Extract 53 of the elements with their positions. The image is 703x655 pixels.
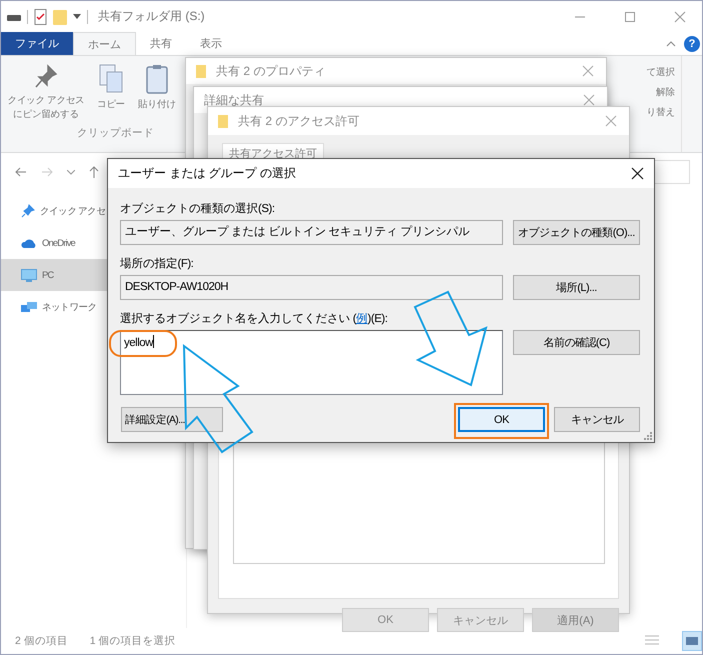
check-names-button[interactable]: 名前の確認(C)	[513, 330, 640, 355]
field-label: オブジェクトの種類の選択(S):	[120, 202, 276, 217]
ribbon-tab[interactable]: 共有	[136, 32, 186, 55]
resize-grip-icon[interactable]	[643, 431, 652, 440]
names-input[interactable]: yellow	[120, 330, 503, 395]
window-title: 共有 2 のプロパティ	[216, 62, 326, 80]
ok-button[interactable]: OK	[458, 407, 545, 432]
ribbon-command[interactable]: て選択	[646, 66, 675, 79]
window-title: 共有フォルダ用 (S:)	[98, 8, 205, 25]
large-icons-icon	[685, 636, 699, 646]
checklist-icon[interactable]	[34, 8, 47, 24]
status-text: 1 個の項目を選択	[90, 634, 176, 648]
readonly-field[interactable]: DESKTOP-AW1020H	[120, 275, 503, 300]
window-title: 詳細な共有	[204, 92, 264, 108]
ribbon-tab[interactable]: 表示	[186, 32, 236, 55]
help-button[interactable]: ?	[684, 36, 700, 52]
ribbon-button[interactable]: クイック アクセス にピン留めする	[7, 64, 85, 122]
dialog-button[interactable]: 場所(L)...	[513, 275, 640, 300]
dialog-button[interactable]: OK	[342, 608, 429, 632]
ribbon-tab[interactable]: ファイル	[1, 32, 73, 55]
pin-icon	[21, 204, 35, 218]
back-arrow-icon[interactable]	[15, 167, 27, 177]
collapse-icon[interactable]	[666, 40, 676, 46]
field-label: 選択するオブジェクト名を入力してください (例)(E):	[120, 312, 388, 327]
maximize-icon[interactable]	[624, 10, 636, 22]
window-title: ユーザー または グループ の選択	[118, 165, 296, 182]
ribbon-command[interactable]: り替え	[646, 106, 675, 119]
network-icon	[21, 300, 37, 314]
forward-arrow-icon[interactable]	[41, 167, 53, 177]
status-text: 2 個の項目	[15, 634, 68, 648]
folder-icon	[218, 114, 228, 128]
ribbon-button[interactable]: 貼り付け	[137, 64, 177, 122]
window-title: 共有 2 のアクセス許可	[238, 112, 360, 130]
example-link[interactable]: 例	[356, 313, 368, 325]
folder-icon	[196, 64, 206, 78]
cancel-button[interactable]: キャンセル	[554, 407, 640, 432]
caret-icon[interactable]	[73, 14, 81, 20]
pin-icon	[34, 64, 58, 90]
ribbon-button[interactable]: コピー	[91, 64, 131, 122]
copy-icon	[99, 64, 123, 94]
ribbon-tab[interactable]: ホーム	[73, 32, 136, 55]
ribbon-command[interactable]: 解除	[656, 86, 675, 99]
readonly-field[interactable]: ユーザー、グループ または ビルトイン セキュリティ プリンシパル	[120, 220, 503, 245]
ribbon-group-label: クリップボード	[77, 126, 155, 140]
clipboard-icon	[146, 64, 168, 94]
up-arrow-icon[interactable]	[89, 166, 99, 178]
large-icons-view-button[interactable]	[682, 631, 702, 651]
computer-icon	[21, 268, 37, 282]
dialog-button[interactable]: オブジェクトの種類(O)...	[513, 220, 640, 245]
close-icon[interactable]	[631, 167, 644, 180]
cloud-icon	[21, 238, 37, 248]
advanced-button[interactable]: 詳細設定(A)...	[121, 407, 223, 432]
dialog-button[interactable]: キャンセル	[437, 608, 524, 632]
